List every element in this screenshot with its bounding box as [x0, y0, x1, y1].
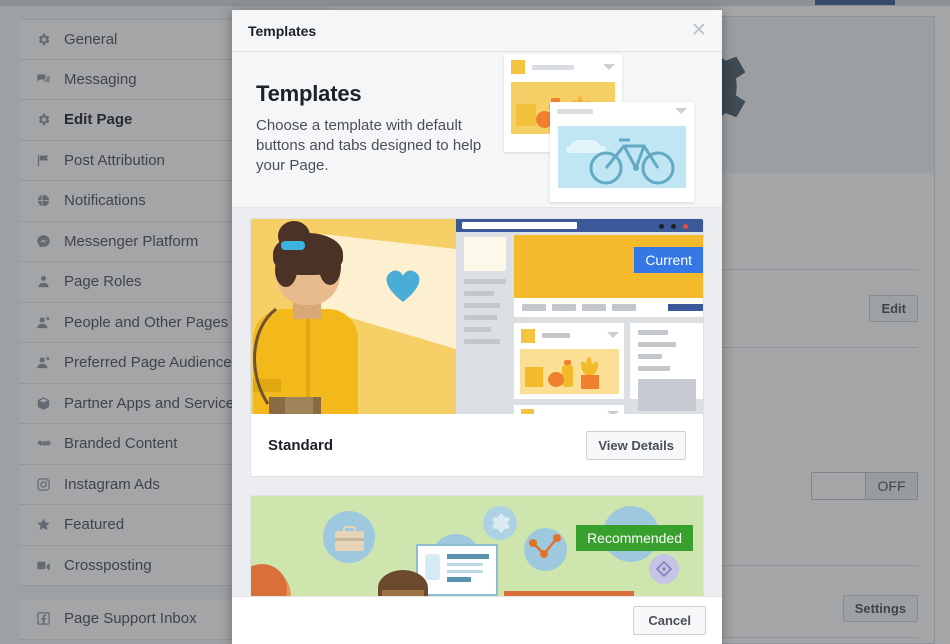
cancel-button[interactable]: Cancel [633, 606, 706, 635]
status-badge: Recommended [576, 525, 693, 551]
view-details-button[interactable]: View Details [586, 430, 686, 460]
browser-chrome [456, 219, 703, 232]
skeleton-line [557, 108, 593, 114]
template-card-footer: Standard View Details [251, 414, 703, 476]
avatar-square [511, 60, 525, 74]
intro-illustration [494, 52, 722, 207]
dialog-header: Templates ✕ [232, 10, 722, 52]
template-preview: Current [251, 219, 703, 414]
intro-description: Choose a template with default buttons a… [256, 117, 482, 174]
template-card-standard[interactable]: Current Standard View Details [250, 218, 704, 477]
template-preview: Recommended [251, 496, 703, 596]
status-badge: Current [634, 247, 703, 273]
intro-section: Templates Choose a template with default… [232, 52, 722, 208]
mini-card-bike [550, 102, 694, 202]
dialog-body[interactable]: Templates Choose a template with default… [232, 52, 722, 596]
illustration-person [251, 219, 456, 414]
chevron-down-icon [675, 108, 687, 114]
templates-list: Current Standard View Details Recommende… [232, 208, 722, 596]
template-name: Standard [268, 436, 334, 454]
intro-text-block: Templates Choose a template with default… [256, 81, 506, 176]
skeleton-line [532, 64, 574, 70]
templates-dialog: Templates ✕ Templates Choose a template … [232, 10, 722, 644]
chevron-down-icon [603, 64, 615, 70]
close-icon[interactable]: ✕ [688, 20, 710, 42]
dialog-footer: Cancel [232, 596, 722, 644]
intro-heading: Templates [256, 81, 362, 106]
dialog-title: Templates [248, 22, 317, 39]
url-bar [462, 222, 577, 229]
template-card-business[interactable]: Recommended Business View Details [250, 495, 704, 596]
